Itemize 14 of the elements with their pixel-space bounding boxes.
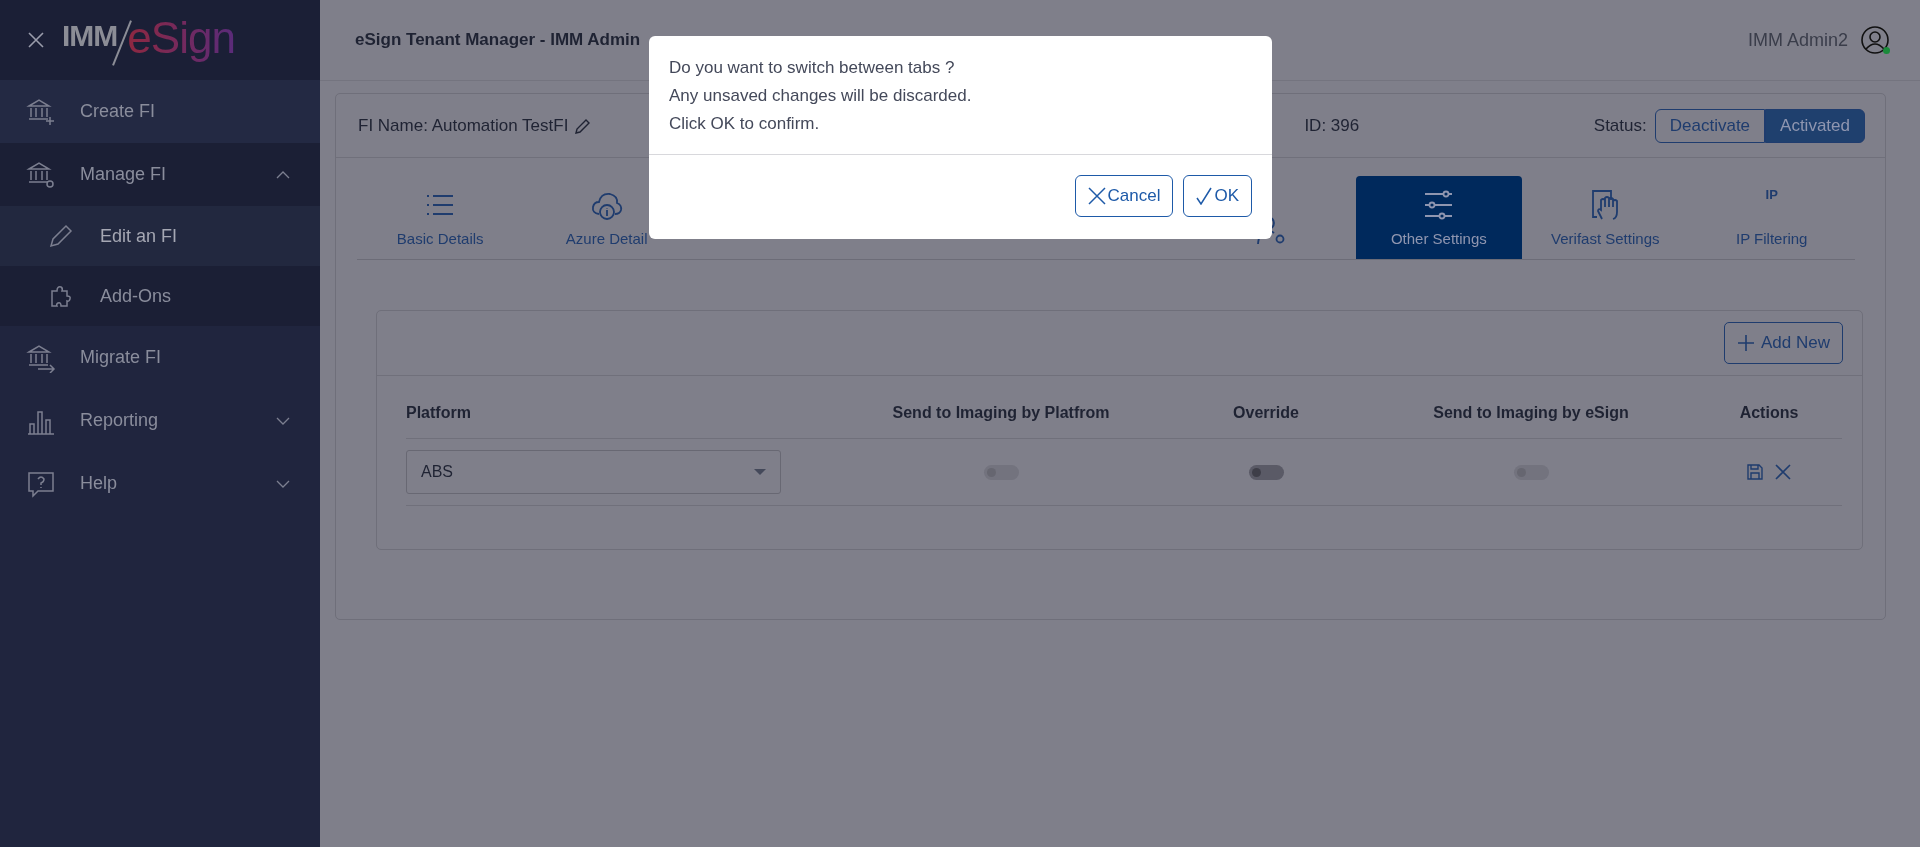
user-name: IMM Admin2 [1747, 29, 1848, 51]
column-header: Send to Imaging by Platfrom [891, 404, 1111, 422]
column-header: Override [1232, 404, 1300, 422]
dialog-message: Do you want to switch between tabs ? [669, 57, 956, 79]
dialog-message: Click OK to confirm. [669, 113, 821, 135]
column-header: Actions [1738, 404, 1800, 422]
status-label: Status: [1593, 115, 1647, 136]
column-header: Platform [406, 404, 472, 422]
fi-id: ID: 396 [1304, 115, 1360, 136]
fi-name: FI Name: Automation TestFI [358, 115, 569, 136]
column-header: Send to Imaging by eSign [1432, 404, 1630, 422]
dialog-message: Any unsaved changes will be discarded. [669, 85, 973, 107]
ip-filter-icon: IP [1754, 188, 1789, 222]
page-title: eSign Tenant Manager - IMM Admin [355, 30, 642, 50]
